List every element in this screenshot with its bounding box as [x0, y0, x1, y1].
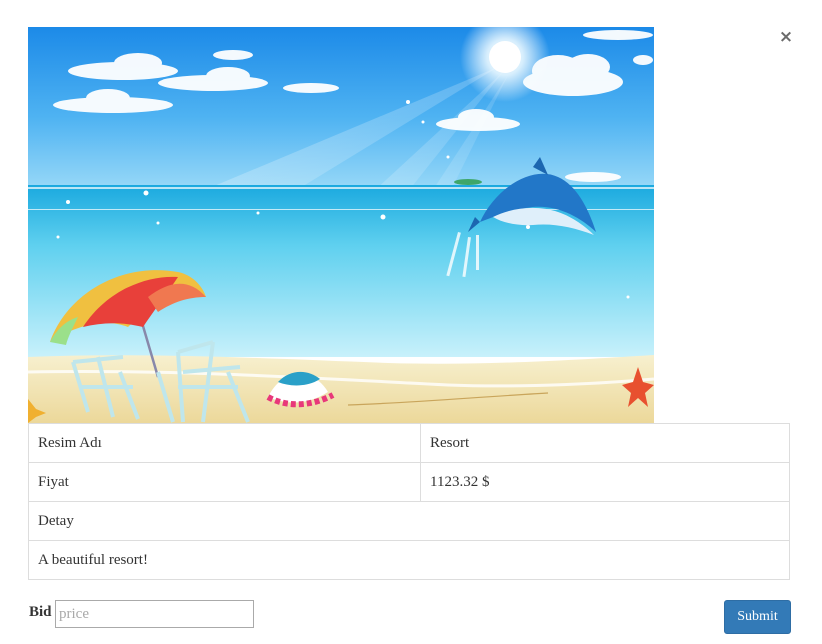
name-label: Resim Adı [28, 423, 421, 463]
detail-label: Detay [28, 501, 790, 541]
bid-price-input[interactable] [55, 600, 254, 628]
price-label: Fiyat [28, 462, 421, 502]
submit-button[interactable]: Submit [724, 600, 791, 634]
price-value: 1123.32 $ [420, 462, 790, 502]
resort-details-table: Resim Adı Resort Fiyat 1123.32 $ Detay A… [28, 423, 790, 580]
bid-label: Bid [29, 604, 52, 620]
resort-image [28, 27, 654, 423]
name-value: Resort [420, 423, 790, 463]
table-row: Detay [28, 501, 790, 541]
close-button[interactable]: × [776, 26, 796, 48]
table-row: A beautiful resort! [28, 540, 790, 580]
table-row: Fiyat 1123.32 $ [28, 462, 790, 502]
table-row: Resim Adı Resort [28, 423, 790, 463]
detail-value: A beautiful resort! [28, 540, 790, 580]
